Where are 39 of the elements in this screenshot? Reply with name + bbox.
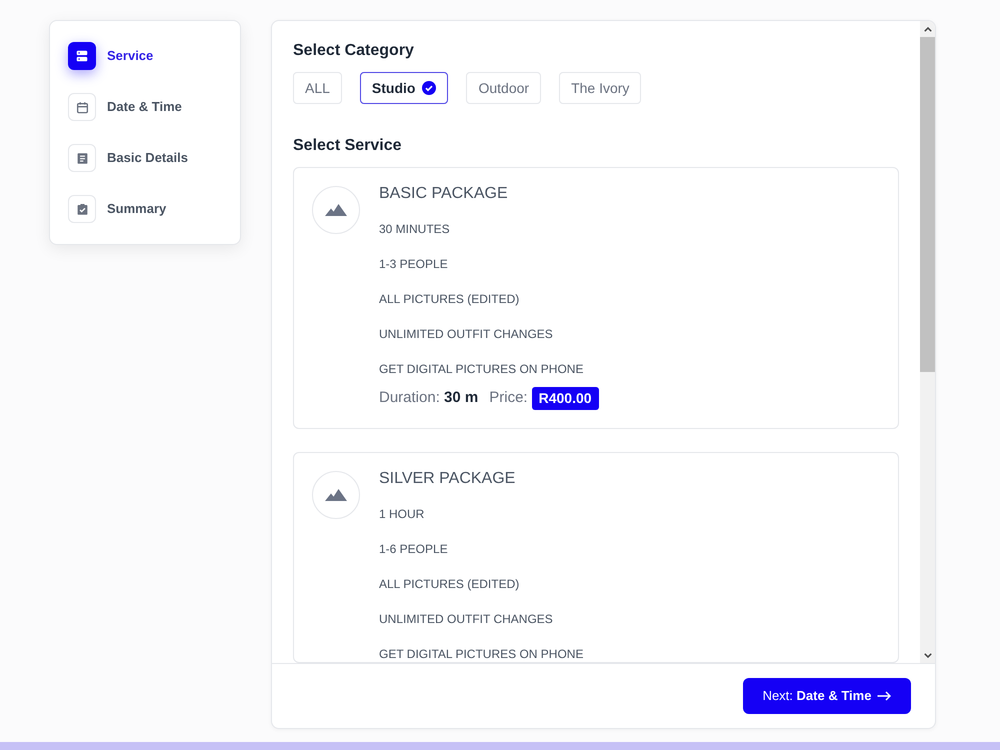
step-label[interactable]: Basic Details (107, 148, 188, 168)
scrollbar-thumb[interactable] (920, 37, 935, 372)
package-feature: GET DIGITAL PICTURES ON PHONE (379, 646, 584, 662)
package-card[interactable]: SILVER PACKAGE 1 HOUR 1-6 PEOPLE ALL PICTURES (EDITED) UNLIMITED OUTFIT CHANGES GET DIGITAL PICTURES ON PHONE (293, 452, 899, 663)
calendar-icon[interactable] (68, 93, 96, 121)
category-button[interactable]: Outdoor (466, 72, 542, 104)
server-icon[interactable] (68, 42, 96, 70)
arrow-right-icon (877, 691, 892, 701)
package-card[interactable]: BASIC PACKAGE 30 MINUTES 1-3 PEOPLE ALL PICTURES (EDITED) UNLIMITED OUTFIT CHANGES GET DIGITAL PICTURES ON PHONE Duration: 30 m Price: R400.00 (293, 167, 899, 429)
price-label: Price: (489, 388, 528, 408)
package-feature: 1-6 PEOPLE (379, 541, 449, 557)
package-feature: UNLIMITED OUTFIT CHANGES (379, 326, 554, 342)
category-button[interactable]: Studio (360, 72, 448, 104)
mountain-icon (312, 186, 360, 234)
package-feature: UNLIMITED OUTFIT CHANGES (379, 611, 554, 627)
next-button[interactable]: Next: Date & Time (743, 678, 911, 714)
scroll-up-icon[interactable] (924, 26, 932, 32)
category-button[interactable]: The Ivory (559, 72, 642, 104)
document-icon[interactable] (68, 144, 96, 172)
step-label[interactable]: Service (107, 46, 154, 66)
price-badge: R400.00 (532, 387, 599, 410)
step-label[interactable]: Summary (107, 199, 166, 219)
mountain-icon (312, 471, 360, 519)
step-label[interactable]: Date & Time (107, 97, 182, 117)
scroll-down-icon[interactable] (924, 652, 932, 658)
duration-text: Duration: 30 m (379, 388, 478, 408)
category-button[interactable]: ALL (293, 72, 342, 104)
package-feature: 1 HOUR (379, 506, 426, 522)
section-heading: Select Category (293, 41, 415, 61)
package-feature: ALL PICTURES (EDITED) (379, 291, 520, 307)
package-feature: GET DIGITAL PICTURES ON PHONE (379, 361, 584, 377)
package-title: SILVER PACKAGE (379, 469, 516, 489)
package-title: BASIC PACKAGE (379, 184, 509, 204)
package-feature: ALL PICTURES (EDITED) (379, 576, 520, 592)
package-feature: 30 MINUTES (379, 221, 451, 237)
clipboard-check-icon[interactable] (68, 195, 96, 223)
package-feature: 1-3 PEOPLE (379, 256, 449, 272)
check-circle-icon (422, 81, 436, 95)
section-heading: Select Service (293, 136, 403, 156)
